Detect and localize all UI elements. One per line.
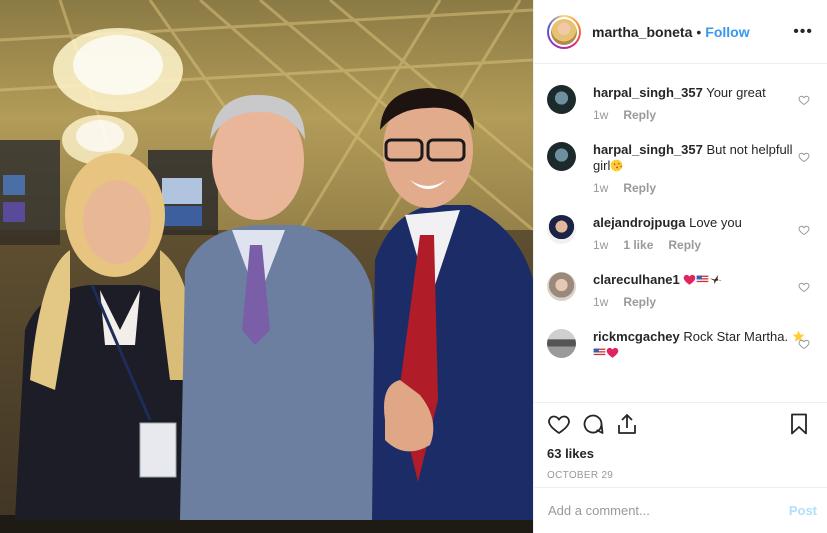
bookmark-icon[interactable] <box>787 412 811 436</box>
comment-input[interactable] <box>548 503 789 518</box>
heart-icon[interactable] <box>798 224 810 236</box>
comment-time[interactable]: 1w <box>593 181 608 195</box>
commenter-username[interactable]: clareculhane1 <box>593 272 680 287</box>
share-icon[interactable] <box>615 412 639 436</box>
comment-item: alejandrojpuga Love you 1w 1 like Reply <box>547 195 813 252</box>
comment-text: Love you <box>689 215 742 230</box>
post-side-panel: martha_boneta • Follow ••• harpal_singh_… <box>533 0 827 533</box>
heart-icon[interactable] <box>798 338 810 350</box>
post-actions: 63 likes OCTOBER 29 <box>534 402 827 481</box>
photo-illustration <box>0 0 533 533</box>
comment-time[interactable]: 1w <box>593 238 608 252</box>
heart-icon[interactable] <box>547 412 571 436</box>
heart-icon[interactable] <box>798 151 810 163</box>
person-right-man <box>372 88 533 520</box>
comment-text: Rock Star Martha. <box>683 329 789 344</box>
eagle-emoji <box>709 274 722 285</box>
us-flag-emoji <box>696 275 709 284</box>
comments-list[interactable]: harpal_singh_357 Your great 1w Reply har… <box>534 65 827 402</box>
author-username[interactable]: martha_boneta <box>592 24 692 40</box>
comment-item: harpal_singh_357 But not helpfull girl 1… <box>547 122 813 195</box>
commenter-username[interactable]: alejandrojpuga <box>593 215 685 230</box>
heart-icon[interactable] <box>798 281 810 293</box>
commenter-avatar[interactable] <box>547 85 576 114</box>
more-horizontal-icon[interactable]: ••• <box>793 23 813 40</box>
red-heart-emoji <box>606 347 619 358</box>
comment-item: rickmcgachey Rock Star Martha. <box>547 309 813 361</box>
reply-button[interactable]: Reply <box>623 181 656 195</box>
comment-icon[interactable] <box>581 412 605 436</box>
separator-dot: • <box>696 23 702 40</box>
add-comment-bar: Post <box>534 487 827 533</box>
comment-likes[interactable]: 1 like <box>623 238 653 252</box>
commenter-avatar[interactable] <box>547 215 576 244</box>
heart-icon[interactable] <box>798 94 810 106</box>
reply-button[interactable]: Reply <box>623 295 656 309</box>
likes-count[interactable]: 63 likes <box>547 446 813 461</box>
commenter-username[interactable]: harpal_singh_357 <box>593 85 703 100</box>
reply-button[interactable]: Reply <box>623 108 656 122</box>
comment-time[interactable]: 1w <box>593 108 608 122</box>
author-avatar[interactable] <box>547 14 581 49</box>
commenter-avatar[interactable] <box>547 272 576 301</box>
post-photo[interactable] <box>0 0 533 533</box>
comment-time[interactable]: 1w <box>593 295 608 309</box>
kissing-face-emoji <box>610 159 623 172</box>
commenter-username[interactable]: rickmcgachey <box>593 329 680 344</box>
post-header: martha_boneta • Follow ••• <box>534 0 827 64</box>
commenter-avatar[interactable] <box>547 329 576 358</box>
commenter-avatar[interactable] <box>547 142 576 171</box>
comment-item: clareculhane1 1w Reply <box>547 252 813 309</box>
follow-button[interactable]: Follow <box>705 24 749 40</box>
red-heart-emoji <box>684 274 696 285</box>
post-date[interactable]: OCTOBER 29 <box>547 470 813 481</box>
commenter-username[interactable]: harpal_singh_357 <box>593 142 703 157</box>
comment-item: harpal_singh_357 Your great 1w Reply <box>547 65 813 122</box>
post-comment-button[interactable]: Post <box>789 503 817 518</box>
comment-text: Your great <box>706 85 766 100</box>
chandelier-left <box>53 28 183 165</box>
us-flag-emoji <box>593 348 606 357</box>
reply-button[interactable]: Reply <box>668 238 701 252</box>
